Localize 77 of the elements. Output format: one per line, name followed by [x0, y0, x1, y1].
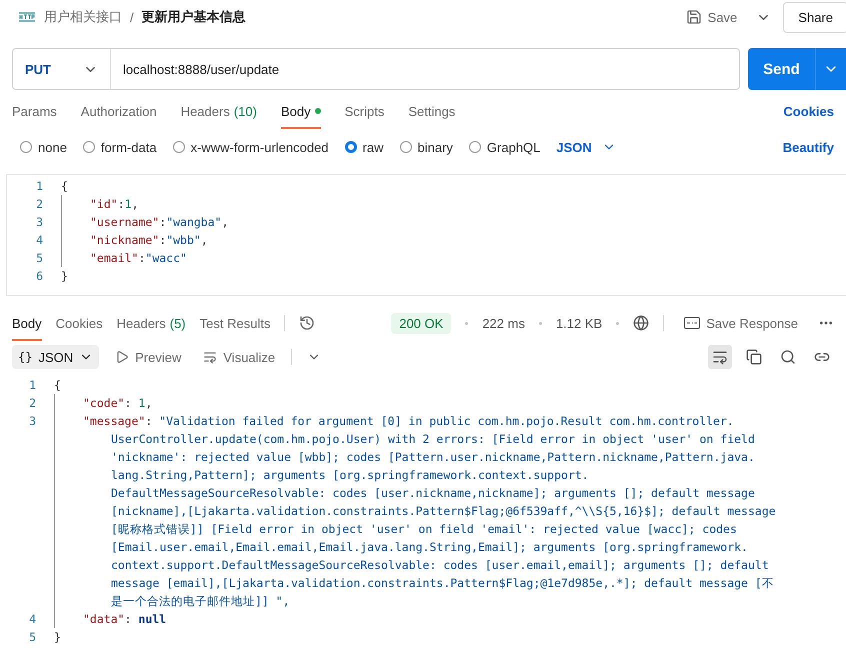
example-icon: [684, 317, 700, 329]
request-tab[interactable]: Body: [280, 94, 321, 128]
line-number: 1: [28, 377, 37, 394]
cookies-link[interactable]: Cookies: [783, 104, 834, 118]
code-line: message [email],[Ljakarta.validation.constraints.Pattern$Flag;@1e7d985e,.*]; default message [不: [110, 575, 775, 592]
code-line: UserController.update(com.hm.pojo.User) with 2 errors: [Field error in object 'user' on field: [110, 431, 756, 448]
line-number: 2: [35, 196, 44, 213]
code-line: "email":"wacc": [90, 250, 187, 267]
globe-icon[interactable]: [633, 315, 650, 331]
http-icon: [18, 10, 36, 24]
method-dropdown[interactable]: PUT: [13, 49, 111, 89]
body-type-radio[interactable]: none: [20, 140, 67, 154]
line-number: 5: [28, 629, 37, 646]
code-line: }: [61, 268, 68, 285]
code-line: "code": 1,: [83, 395, 152, 412]
save-response-button[interactable]: Save Response: [678, 316, 804, 330]
line-number: 3: [28, 413, 37, 430]
play-icon: [115, 350, 130, 364]
wrap-lines-button[interactable]: [708, 345, 732, 369]
request-body-editor[interactable]: 1 { 2 "id":1, 3 "username":"wangba", 4 "nickname":"wbb", 5 "email":"wacc" 6 }: [6, 174, 846, 296]
code-line: [Email.user.email,Email.email,Email.java.lang.String,Email]; arguments [org.springframework.: [110, 539, 749, 556]
code-line: "data": null: [83, 611, 166, 628]
url-bar[interactable]: PUT localhost:8888/user/update: [12, 48, 740, 90]
code-line: "username":"wangba",: [90, 214, 229, 231]
wrap-icon: [712, 349, 728, 365]
line-number: 4: [35, 232, 44, 249]
save-button[interactable]: Save: [680, 5, 744, 29]
response-size: 1.12 KB: [556, 316, 602, 330]
code-line: }: [54, 629, 61, 646]
code-line: "id":1,: [90, 196, 139, 213]
line-number: 3: [35, 214, 44, 231]
breadcrumb-separator: /: [130, 10, 134, 24]
request-tab[interactable]: Settings: [408, 94, 456, 128]
body-type-radio[interactable]: x-www-form-urlencoded: [172, 140, 329, 154]
request-title: 更新用户基本信息: [142, 8, 246, 26]
line-number: 4: [28, 611, 37, 628]
line-number: 1: [35, 178, 44, 195]
code-line: [昵称格式错误]] [Field error in object 'user' on field 'email': rejected value [wacc]; codes: [110, 521, 738, 538]
request-tab[interactable]: Authorization: [80, 94, 157, 128]
body-type-radio[interactable]: raw: [344, 140, 384, 154]
request-tab[interactable]: Scripts: [344, 94, 384, 128]
code-line: {: [54, 377, 61, 394]
code-line: context.support.DefaultMessageSourceResolvable: codes [user.email,email]; arguments []; default: [110, 557, 770, 574]
request-tab[interactable]: Headers (10): [180, 94, 257, 128]
share-button[interactable]: Share: [783, 2, 846, 32]
line-number: 6: [35, 268, 44, 285]
response-tab[interactable]: Body: [12, 306, 42, 340]
code-line: {: [61, 178, 68, 195]
line-number: 5: [35, 250, 44, 267]
save-icon: [686, 9, 702, 25]
body-type-radio[interactable]: binary: [400, 140, 453, 154]
body-type-radio[interactable]: GraphQL: [468, 140, 540, 154]
view-format-dropdown[interactable]: {} JSON: [12, 345, 100, 369]
preview-button[interactable]: Preview: [109, 350, 188, 364]
status-badge: 200 OK: [391, 312, 452, 334]
body-type-radio[interactable]: form-data: [82, 140, 157, 154]
response-tab[interactable]: Test Results: [200, 306, 270, 340]
code-line: "message": "Validation failed for argument [0] in public com.hm.pojo.Result com.hm.controller.: [83, 413, 735, 430]
code-line: "nickname":"wbb",: [90, 232, 208, 249]
code-line: 是一个合法的电子邮件地址]] ",: [110, 593, 291, 610]
request-tab[interactable]: Params: [12, 94, 57, 128]
code-line: lang.String,Pattern]; arguments [org.springframework.context.support.: [110, 467, 590, 484]
code-line: [nickname],[Ljakarta.validation.constraints.Pattern$Flag;@6f539aff,^\\S{5,16}$]; default message: [110, 503, 776, 520]
breadcrumb-link[interactable]: 用户相关接口: [44, 8, 122, 26]
format-dropdown[interactable]: JSON: [556, 140, 616, 154]
response-time: 222 ms: [482, 316, 525, 330]
beautify-link[interactable]: Beautify: [782, 140, 834, 154]
line-number: 2: [28, 395, 37, 412]
copy-icon: [746, 349, 762, 365]
response-tab[interactable]: Cookies: [56, 306, 103, 340]
code-line: 'nickname': rejected value [wbb]; codes [Pattern.user.nickname,Pattern.nickname,Pattern.java.: [110, 449, 756, 466]
visualize-button[interactable]: Visualize: [197, 350, 282, 364]
search-icon: [780, 349, 796, 365]
response-tab[interactable]: Headers (5): [116, 306, 186, 340]
url-input[interactable]: localhost:8888/user/update: [111, 62, 739, 76]
history-icon[interactable]: [299, 315, 316, 331]
code-line: DefaultMessageSourceResolvable: codes [user.nickname,nickname]; arguments []; default message: [110, 485, 756, 502]
